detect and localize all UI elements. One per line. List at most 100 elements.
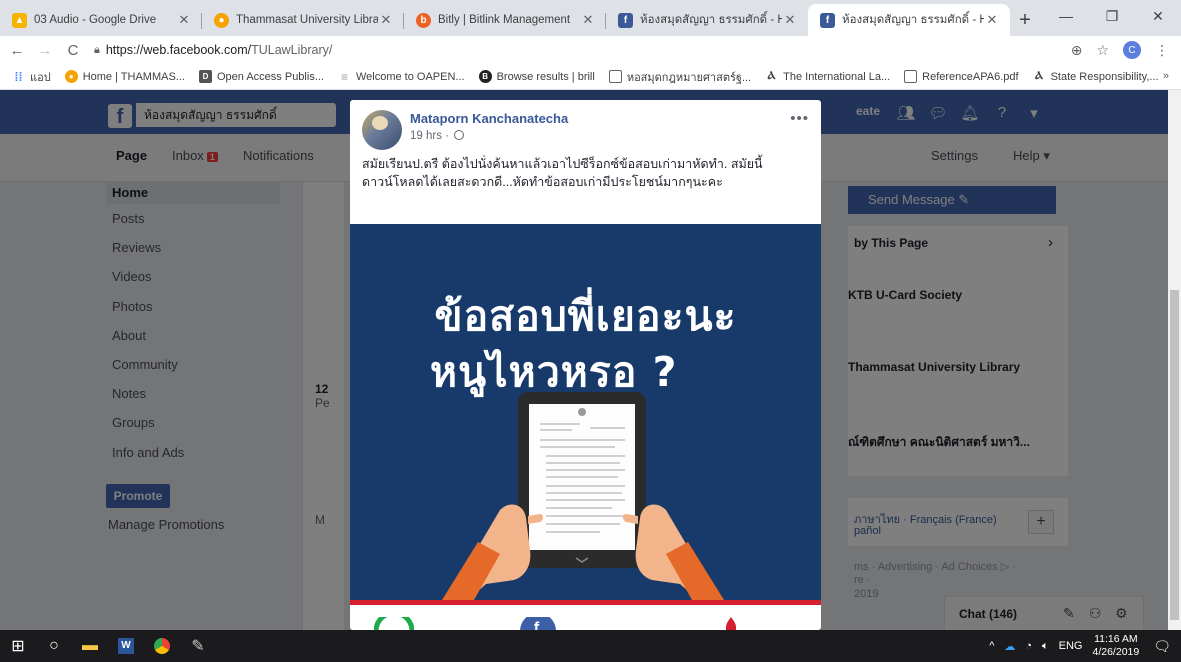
close-icon[interactable]: ✕ [782,12,798,28]
zoom-icon[interactable]: ⊕ [1071,42,1083,59]
svg-text:f: f [534,620,540,630]
address-bar[interactable]: 🔒︎ https://web.facebook.com/TULawLibrary… [94,38,1071,62]
bookmark-label: ReferenceAPA6.pdf [922,70,1019,83]
bookmark-star-icon[interactable]: ☆ [1096,42,1109,59]
bookmarks-bar: ⁞⁞ แอป ● Home | THAMMAS... D Open Access Pu… [0,64,1181,90]
paint-icon[interactable]: ✎ [180,630,216,662]
restore-icon[interactable]: ❐ [1089,0,1135,32]
bookmark-label: Welcome to OAPEN... [355,70,465,83]
bookmark-label: State Responsibility,... [1050,70,1159,83]
bookmark-label: Open Access Publis... [216,70,324,83]
browser-tab-facebook-active[interactable]: f ห้องสมุดสัญญา ธรรมศักดิ์ - Home ✕ [808,4,1010,36]
tab-title: ห้องสมุดสัญญา ธรรมศักดิ์ - Home [640,14,782,26]
search-circle-icon[interactable]: ○ [36,630,72,662]
reload-icon[interactable]: C [62,42,84,59]
doaj-icon: D [198,70,212,83]
google-drive-icon: ▲ [12,13,27,28]
post-card: Mataporn Kanchanatecha 19 hrs · ••• สมัย… [350,100,821,630]
post-author[interactable]: Mataporn Kanchanatecha [410,111,568,126]
clock-date: 4/26/2019 [1092,646,1140,658]
library-icon: ● [214,13,229,28]
language-indicator[interactable]: ENG [1059,640,1083,652]
bookmark-ilc[interactable]: Ⲁ The International La... [765,70,890,83]
ilc-icon: Ⲁ [767,70,776,82]
url-path: TULawLibrary/ [251,43,333,57]
forward-icon[interactable]: → [34,42,56,59]
avatar[interactable] [362,110,402,150]
volume-icon[interactable]: 🔈︎ [1042,640,1049,653]
action-center-icon[interactable]: 🗨︎ [1153,638,1171,655]
bookmark-apps[interactable]: ⁞⁞ แอป [12,68,51,86]
close-window-icon[interactable]: ✕ [1135,0,1181,32]
minimize-icon[interactable]: — [1043,0,1089,32]
bookmark-brill[interactable]: B Browse results | brill [478,70,595,83]
browser-tab-facebook-1[interactable]: f ห้องสมุดสัญญา ธรรมศักดิ์ - Home ✕ [606,4,808,36]
wifi-icon[interactable]: ◔ [1025,640,1032,652]
bookmark-label: Home | THAMMAS... [82,70,185,83]
flame-icon [726,617,736,630]
browser-toolbar: ← → C 🔒︎ https://web.facebook.com/TULawL… [0,36,1181,64]
page-icon [904,70,918,83]
tray-chevron-icon[interactable]: ^ [989,640,994,652]
facebook-icon: f [820,13,835,28]
oapen-icon: ≡ [340,69,348,84]
tab-title: Bitly | Bitlink Management [438,14,571,26]
apps-grid-icon: ⁞⁞ [14,69,23,84]
file-explorer-icon[interactable]: ▬ [72,630,108,662]
bookmark-doaj[interactable]: D Open Access Publis... [198,70,324,83]
facebook-circle-icon: f [520,617,556,630]
windows-taskbar: ⊞ ○ ▬ W ✎ ^ ☁ ◔ 🔈︎ ENG 11:16 AM 4/26/201… [0,630,1181,662]
bookmark-label: แอป [30,71,51,84]
windows-start-icon[interactable]: ⊞ [0,630,36,662]
bookmark-law-library[interactable]: หอสมุดกฎหมายศาสตร์ฐ... [608,68,752,86]
tab-title: Thammasat University Library : [236,14,378,26]
new-tab-button[interactable]: + [1010,4,1040,36]
lock-icon: 🔒︎ [94,43,100,56]
bookmark-state-responsibility[interactable]: Ⲁ State Responsibility,... [1033,70,1159,83]
system-tray: ^ ☁ ◔ 🔈︎ ENG 11:16 AM 4/26/2019 🗨︎ [989,630,1181,662]
clock-time: 11:16 AM [1094,633,1138,645]
post-image[interactable]: ข้อสอบพี่เยอะนะ หนูไหวหรอ ? f [350,224,821,630]
browser-tab-bitly[interactable]: b Bitly | Bitlink Management ✕ [404,4,606,36]
bookmark-label: The International La... [783,70,891,83]
browser-tab-strip: ▲ 03 Audio - Google Drive ✕ ● Thammasat … [0,0,1181,36]
image-footer-band [350,605,821,630]
close-icon[interactable]: ✕ [378,12,394,28]
post-text: สมัยเรียนป.ตรี ต้องไปนั่งค้นหาแล้วเอาไปซ… [362,157,763,189]
scrollbar-thumb[interactable] [1170,290,1179,620]
taskbar-clock[interactable]: 11:16 AM 4/26/2019 [1093,633,1140,659]
tablet-illustration [442,392,724,600]
bookmark-label: Browse results | brill [496,70,595,83]
bookmark-thammasat[interactable]: ● Home | THAMMAS... [64,70,185,83]
post-time[interactable]: 19 hrs · [410,130,465,142]
ilc-icon: Ⲁ [1035,70,1044,82]
brill-icon: B [478,70,492,83]
bookmark-label: หอสมุดกฎหมายศาสตร์ฐ... [626,71,752,84]
word-icon[interactable]: W [108,630,144,662]
chrome-icon[interactable] [144,630,180,662]
menu-dots-icon[interactable]: ⋮ [1155,42,1169,59]
page-icon [608,70,622,83]
close-icon[interactable]: ✕ [580,12,596,28]
more-bookmarks-icon[interactable]: » [1163,70,1169,82]
onedrive-icon[interactable]: ☁ [1004,640,1015,653]
tab-title: ห้องสมุดสัญญา ธรรมศักดิ์ - Home [842,14,984,26]
globe-icon [454,130,465,140]
tab-title: 03 Audio - Google Drive [34,14,157,26]
browser-tab-google-drive[interactable]: ▲ 03 Audio - Google Drive ✕ [0,4,202,36]
close-icon[interactable]: ✕ [176,12,192,28]
library-icon: ● [64,70,78,83]
browser-tab-library[interactable]: ● Thammasat University Library : ✕ [202,4,404,36]
bookmark-apa[interactable]: ReferenceAPA6.pdf [904,70,1019,83]
window-controls: — ❐ ✕ [1043,0,1181,32]
more-options-icon[interactable]: ••• [790,110,809,127]
profile-avatar[interactable]: C [1123,41,1141,59]
url-host: https://web.facebook.com/ [105,43,252,57]
post-time-label: 19 hrs · [410,130,449,142]
page-scrollbar[interactable] [1168,90,1181,630]
back-icon[interactable]: ← [6,42,28,59]
bookmark-oapen[interactable]: ≡ Welcome to OAPEN... [338,69,465,84]
bitly-icon: b [416,13,431,28]
green-circle-icon [374,617,414,630]
close-icon[interactable]: ✕ [984,12,1000,28]
